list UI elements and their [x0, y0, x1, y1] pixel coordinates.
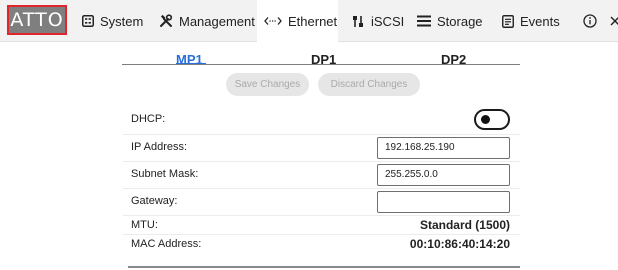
mtu-value: Standard (1500) [419, 218, 510, 232]
subnet-mask-label: Subnet Mask: [131, 168, 199, 180]
subnet-mask-input[interactable]: 255.255.0.0 [377, 164, 510, 186]
tools-icon [159, 14, 173, 28]
info-icon [583, 14, 597, 28]
events-icon [502, 14, 514, 28]
nav-events-label: Events [520, 13, 560, 29]
row-divider [123, 234, 520, 235]
close-icon [610, 16, 618, 26]
ip-address-input[interactable]: 192.168.25.190 [377, 137, 510, 159]
atto-logo[interactable]: ATTO [7, 5, 67, 35]
toggle-knob [481, 115, 490, 124]
gateway-label: Gateway: [131, 195, 178, 207]
system-icon [82, 15, 94, 27]
nav-iscsi[interactable]: iSCSI [352, 0, 404, 42]
discard-changes-button[interactable]: Discard Changes [318, 73, 420, 96]
bottom-divider [128, 266, 520, 268]
storage-icon [417, 15, 431, 27]
row-divider [123, 134, 520, 135]
nav-storage[interactable]: Storage [417, 0, 483, 42]
nav-system[interactable]: System [82, 0, 143, 42]
dhcp-toggle[interactable] [474, 109, 510, 130]
nav-iscsi-label: iSCSI [371, 13, 405, 29]
info-button[interactable] [583, 0, 597, 42]
iscsi-icon [352, 15, 365, 28]
nav-storage-label: Storage [437, 13, 483, 29]
nav-events[interactable]: Events [502, 0, 560, 42]
dhcp-label: DHCP: [131, 113, 166, 125]
nav-management-label: Management [179, 13, 255, 29]
tabs-divider [122, 64, 520, 65]
nav-ethernet-label: Ethernet [288, 13, 338, 29]
ip-address-label: IP Address: [131, 141, 188, 153]
nav-management[interactable]: Management [159, 0, 255, 42]
row-divider [123, 188, 520, 189]
mtu-label: MTU: [131, 219, 158, 231]
mac-address-value: 00:10:86:40:14:20 [409, 237, 510, 251]
gateway-input[interactable] [377, 191, 510, 213]
mac-address-label: MAC Address: [131, 238, 202, 250]
save-changes-button[interactable]: Save Changes [226, 73, 309, 96]
close-button[interactable] [610, 0, 618, 42]
nav-ethernet[interactable]: Ethernet [257, 0, 338, 42]
row-divider [123, 215, 520, 216]
ethernet-icon [264, 16, 282, 26]
nav-system-label: System [100, 13, 144, 29]
row-divider [123, 161, 520, 162]
top-navigation-bar: ATTO System Management Ethernet iSCSI St… [0, 0, 618, 42]
